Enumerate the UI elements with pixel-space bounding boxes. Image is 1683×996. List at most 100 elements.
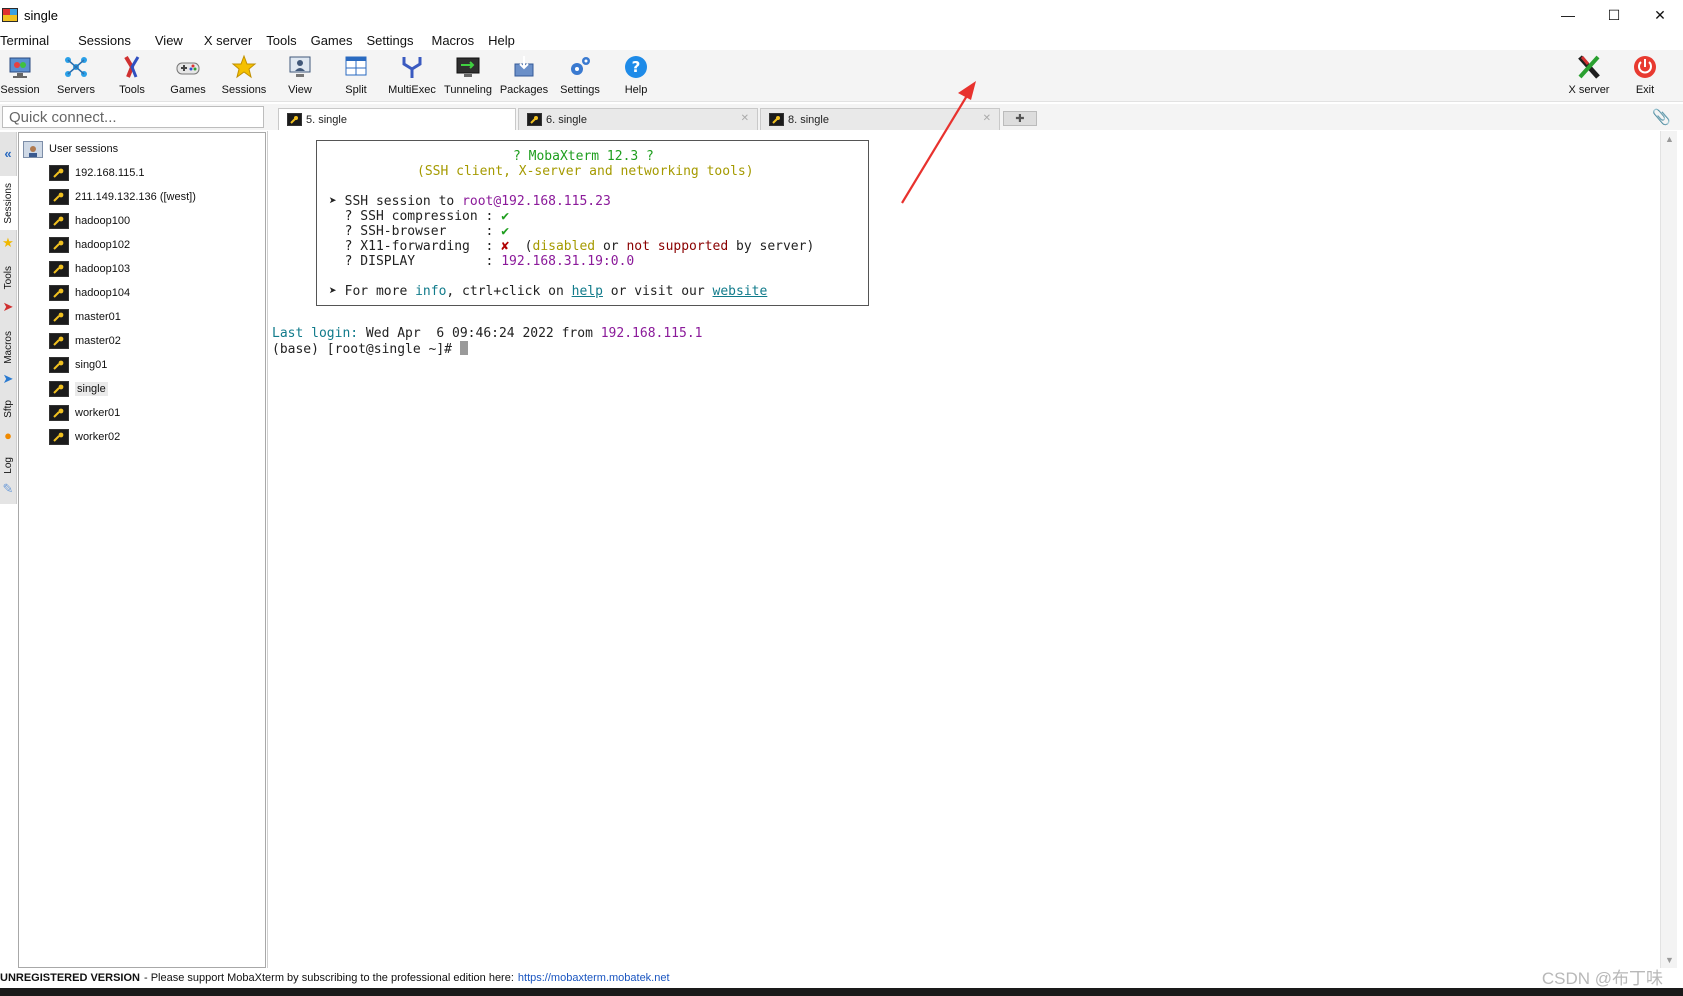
shell-prompt[interactable]: (base) [root@single ~]# bbox=[272, 341, 468, 357]
website-link[interactable]: website bbox=[713, 284, 768, 299]
help-link[interactable]: help bbox=[572, 284, 603, 299]
user-folder-icon bbox=[23, 140, 43, 158]
menu-settings[interactable]: Settings bbox=[360, 33, 421, 48]
tunneling-button[interactable]: Tunneling bbox=[440, 52, 496, 100]
paperclip-icon[interactable]: 📎 bbox=[1652, 108, 1671, 126]
session-label: hadoop100 bbox=[75, 215, 131, 227]
tools-button[interactable]: Tools bbox=[104, 52, 160, 100]
help-button[interactable]: ? Help bbox=[608, 52, 664, 100]
terminal-scrollbar[interactable]: ▲ ▼ bbox=[1660, 131, 1677, 968]
session-item[interactable]: master01 bbox=[49, 306, 121, 328]
banner-ssh-line: ➤ SSH session to root@192.168.115.23 bbox=[329, 194, 611, 209]
app-icon bbox=[2, 8, 18, 22]
menu-macros[interactable]: Macros bbox=[420, 33, 481, 48]
window-title: single bbox=[24, 7, 58, 23]
servers-icon bbox=[65, 57, 87, 77]
banner-row-x11: ? X11-forwarding : ✘ (disabled or not su… bbox=[329, 239, 815, 254]
session-item[interactable]: single bbox=[49, 378, 108, 400]
split-button[interactable]: Split bbox=[328, 52, 384, 100]
side-tab-sessions[interactable]: Sessions bbox=[0, 176, 17, 230]
mobaxterm-window: single — ☐ ✕ Terminal Sessions View X se… bbox=[0, 0, 1683, 988]
maximize-button[interactable]: ☐ bbox=[1591, 0, 1637, 30]
session-label: 192.168.115.1 bbox=[75, 167, 145, 179]
session-label: 211.149.132.136 ([west]) bbox=[75, 191, 196, 203]
tab-close-icon[interactable]: ✕ bbox=[983, 113, 991, 124]
tab-6-single[interactable]: 6. single ✕ bbox=[518, 108, 758, 130]
session-item[interactable]: master02 bbox=[49, 330, 121, 352]
key-icon bbox=[49, 213, 69, 229]
info-link[interactable]: info bbox=[415, 284, 446, 299]
packages-button[interactable]: Packages bbox=[496, 52, 552, 100]
side-tab-tools[interactable]: Tools bbox=[0, 256, 17, 300]
quick-connect-input[interactable] bbox=[2, 106, 264, 128]
scroll-up-icon[interactable]: ▲ bbox=[1661, 131, 1678, 147]
side-tab-macros[interactable]: Macros bbox=[0, 322, 17, 372]
collapse-icon[interactable]: « bbox=[1, 146, 15, 161]
menu-bar: Terminal Sessions View X server Tools Ga… bbox=[0, 30, 1683, 50]
tab-5-single[interactable]: 5. single bbox=[278, 108, 516, 130]
user-sessions-folder[interactable]: User sessions bbox=[23, 138, 118, 160]
session-button[interactable]: Session bbox=[0, 52, 48, 100]
status-text: - Please support MobaXterm by subscribin… bbox=[143, 972, 514, 984]
session-label: master02 bbox=[75, 335, 121, 347]
tools-icon bbox=[124, 55, 140, 78]
key-icon bbox=[49, 285, 69, 301]
svg-text:?: ? bbox=[632, 58, 641, 76]
menu-x-server[interactable]: X server bbox=[190, 33, 259, 48]
session-item[interactable]: 211.149.132.136 ([west]) bbox=[49, 186, 196, 208]
new-tab-button[interactable]: ✚ bbox=[1003, 111, 1037, 126]
key-icon bbox=[49, 357, 69, 373]
minimize-button[interactable]: — bbox=[1545, 0, 1591, 30]
key-icon bbox=[49, 237, 69, 253]
key-icon bbox=[49, 261, 69, 277]
side-tab-bar: « Sessions ★ Tools ➤ Macros ➤ Sftp ● Log… bbox=[0, 132, 17, 504]
servers-button[interactable]: Servers bbox=[48, 52, 104, 100]
scroll-down-icon[interactable]: ▼ bbox=[1661, 952, 1678, 968]
sessions-button[interactable]: Sessions bbox=[216, 52, 272, 100]
tunneling-icon bbox=[456, 57, 480, 77]
side-tab-log[interactable]: Log bbox=[0, 450, 17, 480]
session-label: hadoop102 bbox=[75, 239, 131, 251]
window-controls: — ☐ ✕ bbox=[1545, 0, 1683, 30]
session-item[interactable]: 192.168.115.1 bbox=[49, 162, 145, 184]
monitor-icon bbox=[9, 57, 31, 78]
key-icon bbox=[49, 381, 69, 397]
session-item[interactable]: sing01 bbox=[49, 354, 107, 376]
terminal-area[interactable]: ? MobaXterm 12.3 ? (SSH client, X-server… bbox=[267, 131, 1659, 968]
unregistered-label: UNREGISTERED VERSION bbox=[0, 972, 140, 984]
exit-button[interactable]: Exit bbox=[1617, 52, 1673, 100]
star-icon: ★ bbox=[2, 235, 14, 250]
tab-8-single[interactable]: 8. single ✕ bbox=[760, 108, 1000, 130]
tab-close-icon[interactable]: ✕ bbox=[741, 113, 749, 124]
gamepad-icon bbox=[176, 62, 200, 75]
menu-games[interactable]: Games bbox=[304, 33, 360, 48]
welcome-banner: ? MobaXterm 12.3 ? (SSH client, X-server… bbox=[316, 140, 869, 306]
menu-help[interactable]: Help bbox=[481, 33, 522, 48]
plus-icon: ✚ bbox=[1015, 113, 1025, 125]
view-button[interactable]: View bbox=[272, 52, 328, 100]
key-icon bbox=[49, 165, 69, 181]
session-item[interactable]: hadoop104 bbox=[49, 282, 130, 304]
session-item[interactable]: hadoop103 bbox=[49, 258, 130, 280]
settings-button[interactable]: Settings bbox=[552, 52, 608, 100]
log-icon: ✎ bbox=[2, 481, 14, 496]
view-icon bbox=[289, 56, 311, 77]
menu-view[interactable]: View bbox=[138, 33, 190, 48]
xserver-button[interactable]: X server bbox=[1561, 52, 1617, 100]
session-item[interactable]: hadoop100 bbox=[49, 210, 130, 232]
multiexec-button[interactable]: MultiExec bbox=[384, 52, 440, 100]
mobaxterm-link[interactable]: https://mobaxterm.mobatek.net bbox=[518, 972, 670, 984]
menu-terminal[interactable]: Terminal bbox=[0, 33, 56, 48]
games-button[interactable]: Games bbox=[160, 52, 216, 100]
menu-tools[interactable]: Tools bbox=[259, 33, 303, 48]
session-item[interactable]: worker01 bbox=[49, 402, 120, 424]
toolbar: Session Servers Tools Games Sessions Vie… bbox=[0, 50, 1683, 102]
packages-icon bbox=[514, 56, 534, 77]
menu-sessions[interactable]: Sessions bbox=[56, 33, 138, 48]
session-item[interactable]: hadoop102 bbox=[49, 234, 130, 256]
close-button[interactable]: ✕ bbox=[1637, 0, 1683, 30]
star-icon bbox=[231, 54, 257, 79]
session-label: sing01 bbox=[75, 359, 108, 371]
session-item[interactable]: worker02 bbox=[49, 426, 120, 448]
side-tab-sftp[interactable]: Sftp bbox=[0, 394, 17, 424]
